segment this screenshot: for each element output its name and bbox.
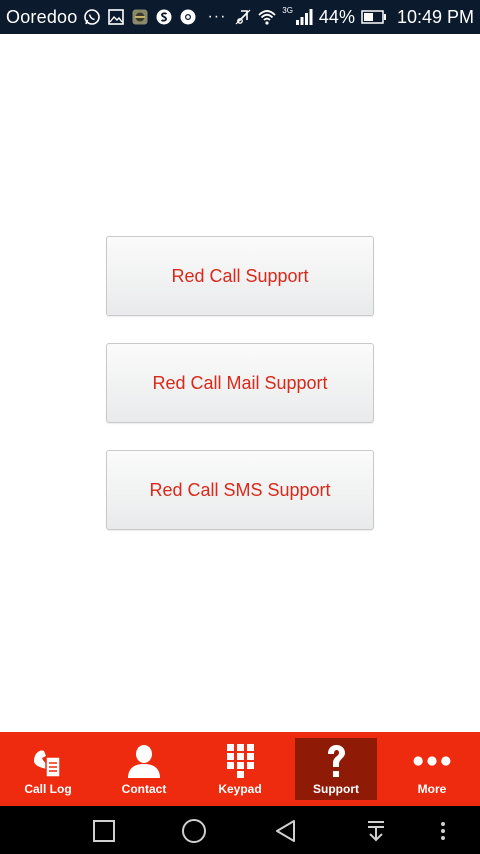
tab-label: Call Log (24, 781, 72, 796)
app-icon (131, 8, 149, 26)
overflow-notifications: ··· (207, 8, 227, 25)
chrome-icon (179, 8, 197, 26)
battery-icon (361, 8, 387, 26)
red-call-sms-support-button[interactable]: Red Call SMS Support (106, 450, 374, 530)
status-bar: Ooredoo ··· 3G 44% 10:49 PM (0, 0, 480, 34)
mute-icon (234, 8, 252, 26)
status-right: 3G 44% 10:49 PM (234, 5, 474, 28)
bottom-tab-bar: Call Log Contact Keypad Support More (0, 732, 480, 806)
contact-icon (124, 743, 164, 779)
menu-icon[interactable] (430, 818, 456, 844)
tab-label: More (417, 781, 447, 796)
network-type: 3G (282, 5, 293, 15)
tab-label: Keypad (218, 781, 262, 796)
support-icon (316, 743, 356, 779)
signal-icon (295, 8, 313, 26)
red-call-support-button[interactable]: Red Call Support (106, 236, 374, 316)
call-log-icon (28, 743, 68, 779)
tab-keypad[interactable]: Keypad (192, 732, 288, 806)
back-icon[interactable] (273, 818, 299, 844)
recents-icon[interactable] (91, 818, 117, 844)
more-icon (412, 743, 452, 779)
tab-contact[interactable]: Contact (96, 732, 192, 806)
system-navigation-bar (0, 806, 480, 854)
gallery-icon (107, 8, 125, 26)
clock: 10:49 PM (396, 6, 474, 27)
tab-support[interactable]: Support (295, 738, 377, 800)
status-left: Ooredoo ··· (6, 7, 226, 28)
battery-percent: 44% (318, 6, 355, 27)
tab-label: Support (313, 781, 359, 796)
skype-icon (155, 8, 173, 26)
home-icon[interactable] (181, 818, 207, 844)
red-call-mail-support-button[interactable]: Red Call Mail Support (106, 343, 374, 423)
notification-pull-icon[interactable] (363, 818, 389, 844)
tab-label: Contact (121, 781, 167, 796)
support-screen: Ooredoo ··· 3G 44% 10:49 PM Red Call Sup… (0, 0, 480, 854)
tab-call-log[interactable]: Call Log (0, 732, 96, 806)
whatsapp-icon (83, 8, 101, 26)
carrier-name: Ooredoo (6, 6, 78, 27)
tab-more[interactable]: More (384, 732, 480, 806)
wifi-icon (258, 8, 276, 26)
keypad-icon (220, 743, 260, 779)
support-options: Red Call Support Red Call Mail Support R… (0, 34, 480, 732)
